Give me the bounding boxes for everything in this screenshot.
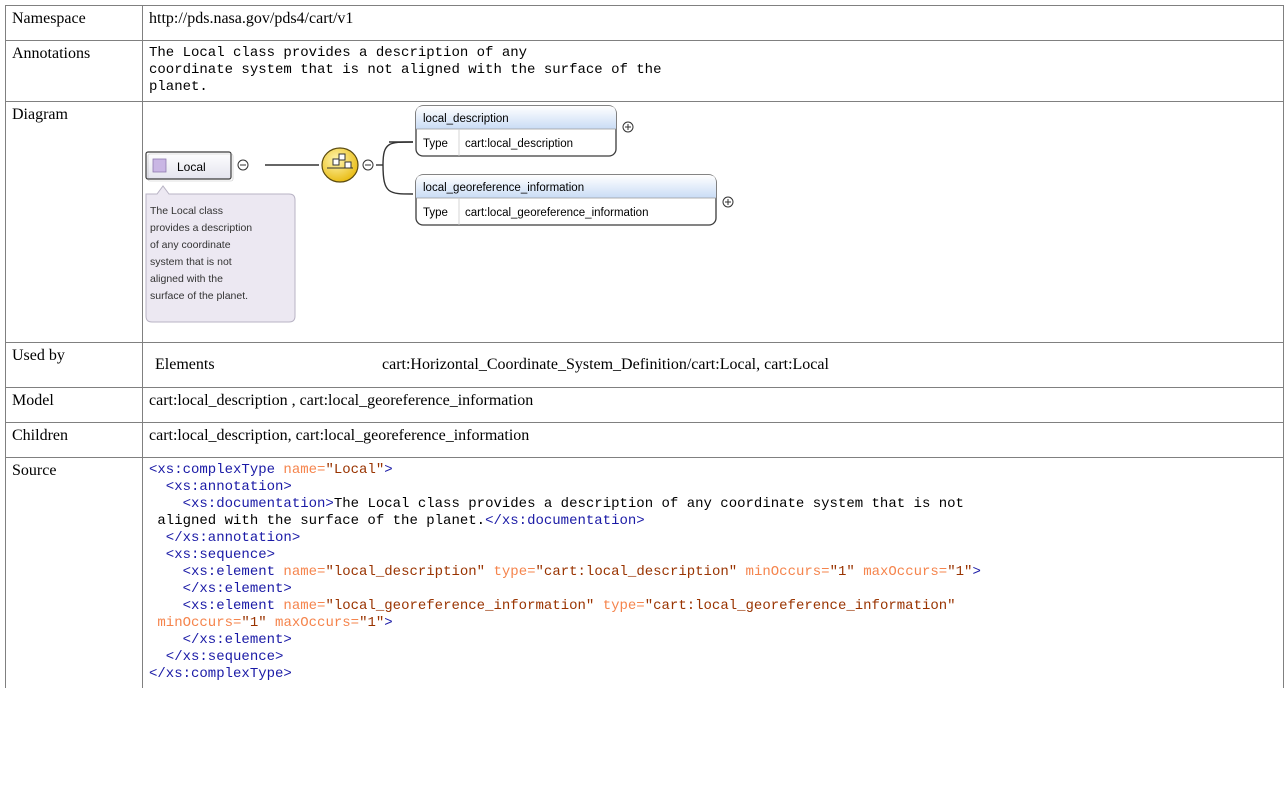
minus-toggle-icon[interactable] [362,159,374,171]
model-value: cart:local_description , cart:local_geor… [142,387,1284,423]
element-name: local_description [423,113,509,125]
source-code: <xs:complexType name="Local"> <xs:annota… [142,457,1284,688]
model-row: Model cart:local_description , cart:loca… [5,387,1284,423]
note-line: system that is not [150,256,232,268]
note-line: provides a description [150,222,252,234]
source-line: <xs:complexType name="Local"> [149,462,393,478]
source-line: aligned with the surface of the planet.<… [149,513,645,529]
source-line: </xs:element> [149,581,292,597]
used-by-row: Used by Elements cart:Horizontal_Coordin… [5,342,1284,388]
element-node-local-description[interactable]: local_description Type cart:local_descri… [415,105,617,157]
used-by-entry: Elements cart:Horizontal_Coordinate_Syst… [149,347,1277,374]
source-line: minOccurs="1" maxOccurs="1"> [149,615,393,631]
local-root-node[interactable]: Local [145,151,234,182]
source-line: <xs:element name="local_description" typ… [149,564,981,580]
source-line: <xs:annotation> [149,479,292,495]
source-line: </xs:sequence> [149,649,284,665]
annotation-line: The Local class provides a description o… [149,45,528,61]
sequence-compositor-icon[interactable] [321,147,359,183]
source-line: </xs:annotation> [149,530,301,546]
note-line: surface of the planet. [150,290,248,302]
schema-diagram: Local The Local class provides a descrip… [143,102,843,333]
used-by-value: cart:Horizontal_Coordinate_System_Defini… [382,356,829,373]
element-node-local-georeference-information[interactable]: local_georeference_information Type cart… [415,174,717,226]
annotations-row: Annotations The Local class provides a d… [5,40,1284,102]
used-by-label: Used by [5,342,143,388]
diagram-svg: Local The Local class provides a descrip… [145,105,734,323]
annotation-line: planet. [149,79,208,95]
annotations-label: Annotations [5,40,143,102]
element-type-value: cart:local_georeference_information [465,207,648,219]
source-line: <xs:documentation>The Local class provid… [149,496,964,512]
diagram-label: Diagram [5,101,143,343]
note-line: The Local class [150,205,223,217]
minus-toggle-icon[interactable] [237,159,249,171]
children-label: Children [5,422,143,458]
complex-type-icon [152,158,167,173]
diagram-cell: Local The Local class provides a descrip… [142,101,1284,343]
model-label: Model [5,387,143,423]
diagram-row: Diagram Local The Local class provides a… [5,101,1284,343]
children-row: Children cart:local_description, cart:lo… [5,422,1284,458]
namespace-label: Namespace [5,5,143,41]
element-type-label: Type [423,207,448,219]
annotation-note: The Local class provides a description o… [145,185,296,323]
source-row: Source <xs:complexType name="Local"> <xs… [5,457,1284,688]
namespace-value: http://pds.nasa.gov/pds4/cart/v1 [142,5,1284,41]
element-type-value: cart:local_description [465,138,573,150]
used-by-cell: Elements cart:Horizontal_Coordinate_Syst… [142,342,1284,388]
source-label: Source [5,457,143,688]
used-by-type: Elements [155,356,215,373]
element-name: local_georeference_information [423,182,584,194]
plus-toggle-icon[interactable] [622,121,634,133]
source-line: </xs:element> [149,632,292,648]
root-node-name: Local [177,160,206,174]
source-line: <xs:element name="local_georeference_inf… [149,598,956,614]
source-line: </xs:complexType> [149,666,292,682]
annotations-value: The Local class provides a description o… [142,40,1284,102]
annotation-line: coordinate system that is not aligned wi… [149,62,662,78]
note-line: aligned with the [150,273,223,285]
namespace-row: Namespace http://pds.nasa.gov/pds4/cart/… [5,5,1284,41]
schema-doc-table: Namespace http://pds.nasa.gov/pds4/cart/… [5,5,1284,688]
note-line: of any coordinate [150,239,231,251]
plus-toggle-icon[interactable] [722,196,734,208]
children-value: cart:local_description, cart:local_geore… [142,422,1284,458]
source-line: <xs:sequence> [149,547,276,563]
element-type-label: Type [423,138,448,150]
